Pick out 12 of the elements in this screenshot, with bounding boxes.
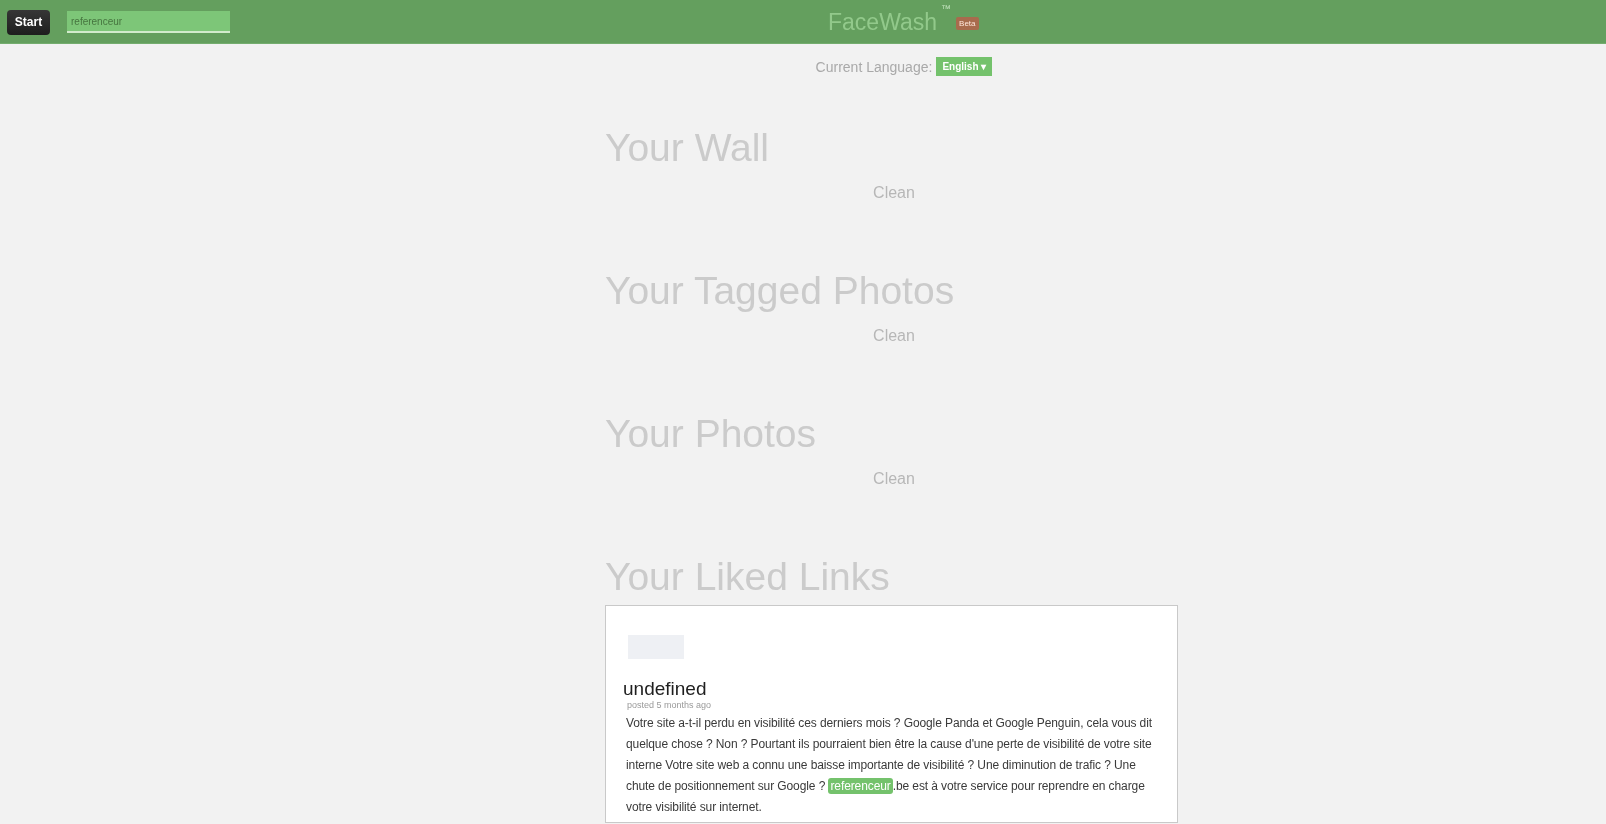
start-button[interactable]: Start xyxy=(7,9,50,35)
post-time: posted 5 months ago xyxy=(627,700,712,711)
section-status: Clean xyxy=(873,183,915,203)
trademark-mark: ™ xyxy=(941,4,952,14)
beta-badge: Beta xyxy=(956,17,979,30)
section-status: Clean xyxy=(873,469,915,489)
post-title: undefined xyxy=(623,678,707,700)
language-label: Current Language: xyxy=(815,58,933,75)
search-field[interactable]: referenceur xyxy=(67,11,230,33)
section-status: Clean xyxy=(873,326,915,346)
language-dropdown[interactable]: English ▾ xyxy=(936,57,993,76)
post-text: Votre site a-t-il perdu en visibilité ces derniers mois ? Google Panda et Google Penguin, cela vous dit quelque chose ? Non ? Pourtant ils pourraient bien être la cause d'une perte de visibilité de votre site interne Votre site web a connu une baisse importante de visibilité ? Une diminution de trafic ? Une chute de positionnement sur Google ? referenceur .be est à votre service pour reprendre en charge votre visibilité sur internet. xyxy=(626,715,1153,816)
